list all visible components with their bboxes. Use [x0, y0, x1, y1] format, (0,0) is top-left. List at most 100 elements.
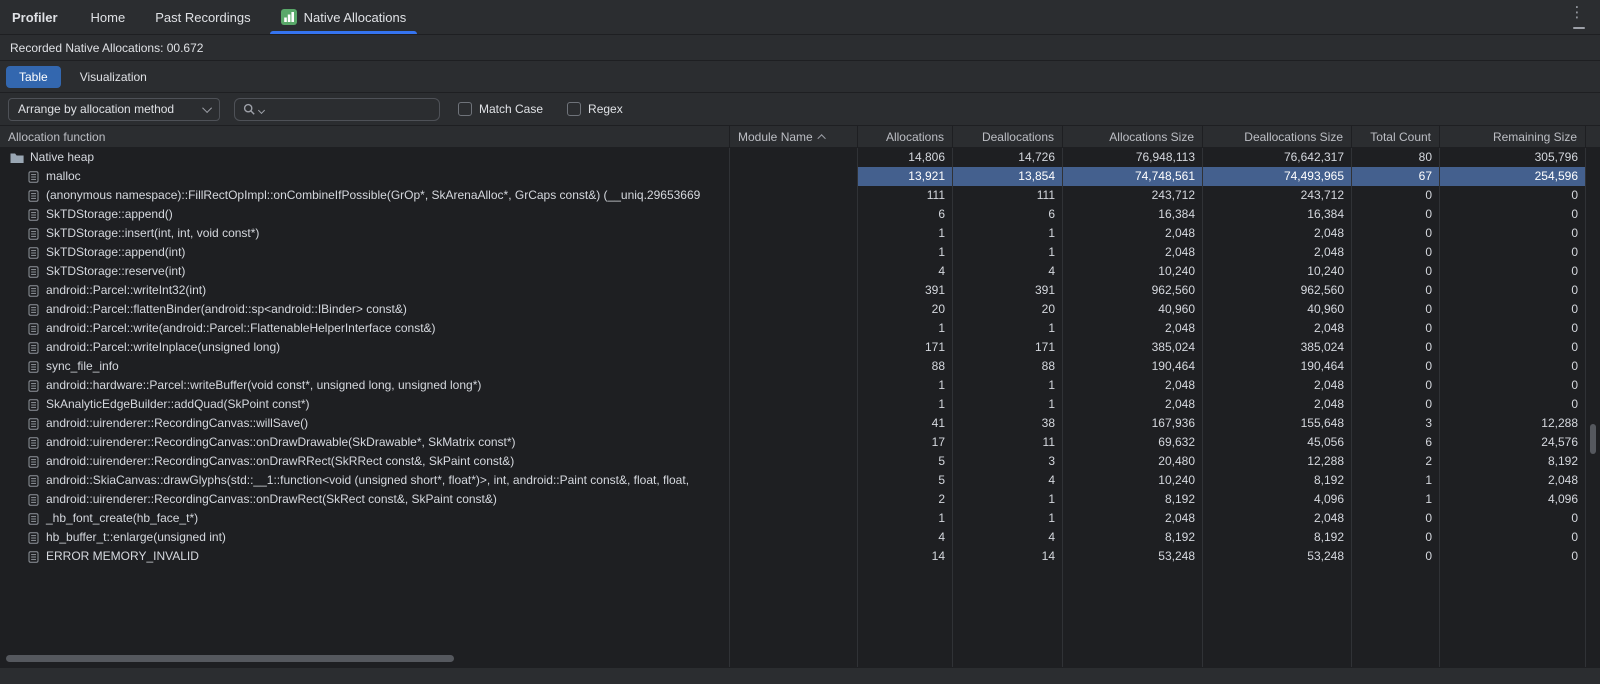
vertical-scrollbar-thumb[interactable] [1590, 424, 1596, 454]
table-row[interactable]: android::uirenderer::RecordingCanvas::on… [0, 490, 1600, 509]
profiler-window: Profiler Home Past Recordings Native All… [0, 0, 1600, 684]
module-name-cell [730, 300, 858, 319]
allocations-cell: 1 [858, 376, 953, 395]
deallocations-cell: 1 [953, 376, 1063, 395]
table-row[interactable]: sync_file_info8888190,464190,46400 [0, 357, 1600, 376]
deallocations-size-cell: 12,288 [1203, 452, 1352, 471]
sort-ascending-icon [817, 134, 825, 142]
deallocations-size-cell: 8,192 [1203, 528, 1352, 547]
module-name-cell [730, 262, 858, 281]
column-header-allocations[interactable]: Allocations [858, 126, 953, 147]
column-header-allocation-function[interactable]: Allocation function [0, 126, 730, 147]
function-icon [28, 399, 40, 411]
tab-home[interactable]: Home [76, 0, 141, 34]
allocations-cell: 17 [858, 433, 953, 452]
table-row[interactable]: ERROR MEMORY_INVALID141453,24853,24800 [0, 547, 1600, 566]
arrange-dropdown-value: Arrange by allocation method [18, 102, 174, 116]
allocations-size-cell: 167,936 [1063, 414, 1203, 433]
regex-label: Regex [588, 102, 623, 116]
tab-past-recordings[interactable]: Past Recordings [140, 0, 265, 34]
deallocations-cell: 11 [953, 433, 1063, 452]
allocations-size-cell: 2,048 [1063, 509, 1203, 528]
table-row[interactable]: (anonymous namespace)::FillRectOpImpl::o… [0, 186, 1600, 205]
column-header-allocations-size[interactable]: Allocations Size [1063, 126, 1203, 147]
total-count-cell: 67 [1352, 167, 1440, 186]
table-row[interactable]: android::uirenderer::RecordingCanvas::wi… [0, 414, 1600, 433]
column-header-deallocations[interactable]: Deallocations [953, 126, 1063, 147]
table-row[interactable]: android::Parcel::flattenBinder(android::… [0, 300, 1600, 319]
module-name-cell [730, 547, 858, 566]
function-icon [28, 380, 40, 392]
function-icon [28, 285, 40, 297]
allocation-function-label: android::Parcel::writeInt32(int) [46, 281, 206, 300]
deallocations-size-cell: 2,048 [1203, 224, 1352, 243]
search-history-chevron-icon [258, 106, 265, 113]
column-header-total-count[interactable]: Total Count [1352, 126, 1440, 147]
tab-native-allocations[interactable]: Native Allocations [266, 0, 422, 34]
table-row[interactable]: hb_buffer_t::enlarge(unsigned int)448,19… [0, 528, 1600, 547]
allocation-function-cell: android::uirenderer::RecordingCanvas::on… [0, 490, 730, 509]
search-input[interactable] [267, 102, 431, 116]
table-row[interactable]: malloc13,92113,85474,748,56174,493,96567… [0, 167, 1600, 186]
regex-checkbox[interactable] [567, 102, 581, 116]
allocation-function-label: android::uirenderer::RecordingCanvas::on… [46, 452, 514, 471]
table-row[interactable]: _hb_font_create(hb_face_t*)112,0482,0480… [0, 509, 1600, 528]
module-name-cell [730, 452, 858, 471]
table-row[interactable]: SkTDStorage::reserve(int)4410,24010,2400… [0, 262, 1600, 281]
hide-panel-icon[interactable] [1573, 27, 1585, 29]
remaining-size-cell: 12,288 [1440, 414, 1586, 433]
tab-visualization[interactable]: Visualization [67, 66, 160, 88]
table-row[interactable]: android::SkiaCanvas::drawGlyphs(std::__1… [0, 471, 1600, 490]
table-row[interactable]: SkTDStorage::insert(int, int, void const… [0, 224, 1600, 243]
tab-table[interactable]: Table [6, 66, 61, 88]
allocations-cell: 5 [858, 452, 953, 471]
total-count-cell: 0 [1352, 300, 1440, 319]
column-header-deallocations-size[interactable]: Deallocations Size [1203, 126, 1352, 147]
table-row[interactable]: SkAnalyticEdgeBuilder::addQuad(SkPoint c… [0, 395, 1600, 414]
table-row[interactable]: android::Parcel::write(android::Parcel::… [0, 319, 1600, 338]
kebab-menu-icon[interactable]: ⋮ [1568, 4, 1586, 22]
allocation-function-label: android::hardware::Parcel::writeBuffer(v… [46, 376, 481, 395]
session-icon [281, 9, 297, 25]
remaining-size-cell: 0 [1440, 376, 1586, 395]
total-count-cell: 0 [1352, 186, 1440, 205]
function-icon [28, 475, 40, 487]
table-header: Allocation function Module Name Allocati… [0, 126, 1600, 148]
function-icon [28, 266, 40, 278]
function-icon [28, 171, 40, 183]
allocation-function-label: android::Parcel::writeInplace(unsigned l… [46, 338, 280, 357]
allocations-cell: 1 [858, 224, 953, 243]
table-row[interactable]: SkTDStorage::append(int)112,0482,04800 [0, 243, 1600, 262]
function-icon [28, 418, 40, 430]
total-count-cell: 0 [1352, 205, 1440, 224]
deallocations-size-cell: 16,384 [1203, 205, 1352, 224]
allocation-function-cell: android::uirenderer::RecordingCanvas::wi… [0, 414, 730, 433]
allocations-size-cell: 20,480 [1063, 452, 1203, 471]
allocations-cell: 14,806 [858, 148, 953, 167]
remaining-size-cell: 0 [1440, 186, 1586, 205]
search-field[interactable] [234, 98, 440, 121]
table-row[interactable]: android::Parcel::writeInt32(int)39139196… [0, 281, 1600, 300]
allocations-cell: 2 [858, 490, 953, 509]
table-row[interactable]: Native heap14,80614,72676,948,11376,642,… [0, 148, 1600, 167]
deallocations-cell: 88 [953, 357, 1063, 376]
deallocations-cell: 4 [953, 528, 1063, 547]
column-header-remaining-size[interactable]: Remaining Size [1440, 126, 1586, 147]
table-row[interactable]: android::Parcel::writeInplace(unsigned l… [0, 338, 1600, 357]
arrange-dropdown[interactable]: Arrange by allocation method [8, 98, 220, 121]
remaining-size-cell: 0 [1440, 547, 1586, 566]
horizontal-scrollbar-thumb[interactable] [6, 655, 454, 662]
allocation-function-label: Native heap [30, 148, 94, 167]
allocations-size-cell: 2,048 [1063, 376, 1203, 395]
table-row[interactable]: SkTDStorage::append()6616,38416,38400 [0, 205, 1600, 224]
table-row[interactable]: android::uirenderer::RecordingCanvas::on… [0, 452, 1600, 471]
table-row[interactable]: android::hardware::Parcel::writeBuffer(v… [0, 376, 1600, 395]
total-count-cell: 0 [1352, 357, 1440, 376]
deallocations-size-cell: 190,464 [1203, 357, 1352, 376]
allocation-function-label: android::Parcel::write(android::Parcel::… [46, 319, 436, 338]
deallocations-cell: 4 [953, 471, 1063, 490]
match-case-checkbox[interactable] [458, 102, 472, 116]
deallocations-size-cell: 74,493,965 [1203, 167, 1352, 186]
table-row[interactable]: android::uirenderer::RecordingCanvas::on… [0, 433, 1600, 452]
column-header-module-name[interactable]: Module Name [730, 126, 858, 147]
